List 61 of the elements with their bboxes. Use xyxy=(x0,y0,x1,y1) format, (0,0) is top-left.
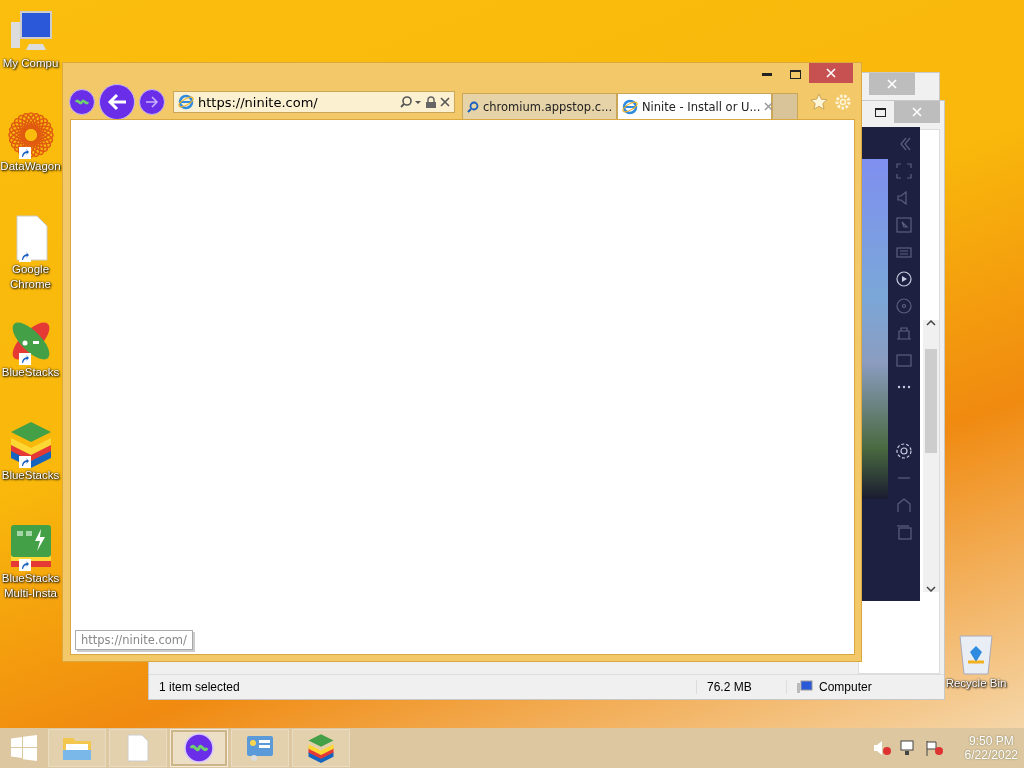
desktop-icon-label[interactable]: BlueStacks Multi-Insta xyxy=(0,571,61,601)
browser-tab[interactable]: Ninite - Install or U... xyxy=(617,93,772,119)
sun-icon xyxy=(6,111,55,159)
maximize-icon xyxy=(874,107,886,117)
close-icon xyxy=(887,79,897,89)
back-button[interactable] xyxy=(99,84,135,120)
scrollbar[interactable] xyxy=(923,320,939,592)
close-icon xyxy=(440,97,450,107)
browser-logo-icon xyxy=(622,98,638,115)
desktop-icon-label[interactable]: Recycle Bin xyxy=(945,676,1007,691)
close-icon xyxy=(826,68,836,78)
recent-apps-icon[interactable] xyxy=(895,523,913,541)
left-arrow-icon xyxy=(107,93,127,111)
search-icon[interactable] xyxy=(400,96,422,108)
forward-button[interactable] xyxy=(139,89,165,115)
search-icon xyxy=(467,100,479,113)
muted-speaker-icon[interactable] xyxy=(872,740,891,756)
new-tab-button[interactable] xyxy=(772,93,798,119)
recycle-bin-icon xyxy=(956,632,996,676)
link-url-tooltip: https://ninite.com/ xyxy=(75,630,193,650)
desktop-icon-label[interactable]: BlueStacks xyxy=(0,365,61,380)
home-button[interactable] xyxy=(69,89,95,115)
home-icon[interactable] xyxy=(895,496,913,514)
minimize-icon xyxy=(762,72,772,76)
layered-stack-icon xyxy=(306,733,336,763)
desktop-icon-label[interactable]: BlueStacks xyxy=(0,468,61,483)
close-icon xyxy=(764,102,774,111)
windows-logo-icon xyxy=(11,735,37,761)
control-panel-icon xyxy=(245,734,275,762)
taskbar-app-button[interactable] xyxy=(231,729,289,767)
selection-status: 1 item selected xyxy=(159,680,240,694)
url-input[interactable]: https://ninite.com/ xyxy=(198,94,396,110)
close-icon xyxy=(912,107,922,117)
scroll-up-icon xyxy=(926,320,936,326)
desktop-icon-label[interactable]: DataWagon xyxy=(0,159,61,174)
taskbar-app-button[interactable] xyxy=(292,729,350,767)
clock[interactable]: 9:50 PM 6/22/2022 xyxy=(964,734,1018,762)
location-status: Computer xyxy=(819,680,872,694)
browser-tab[interactable]: chromium.appstop.c... xyxy=(462,93,617,119)
globe-icon xyxy=(184,733,214,763)
size-status: 76.2 MB xyxy=(707,680,752,694)
desktop-icon-label[interactable]: Google Chrome xyxy=(0,262,61,292)
blank-file-icon xyxy=(127,734,149,762)
desktop-icon-label[interactable]: My Compu xyxy=(0,56,61,71)
settings-icon[interactable] xyxy=(895,442,913,460)
star-icon[interactable] xyxy=(810,93,828,111)
computer-monitor-icon xyxy=(797,680,813,694)
browser-logo-icon xyxy=(178,94,194,110)
play-circle-icon[interactable] xyxy=(895,270,913,288)
fullscreen-icon[interactable] xyxy=(895,162,913,180)
right-arrow-icon xyxy=(145,96,159,108)
lock-icon xyxy=(426,96,436,108)
maximize-icon xyxy=(789,69,801,79)
cursor-icon[interactable] xyxy=(895,216,913,234)
network-icon[interactable] xyxy=(898,740,917,756)
taskbar-app-button[interactable] xyxy=(170,729,228,767)
close-button[interactable] xyxy=(869,73,915,95)
target-icon[interactable] xyxy=(895,297,913,315)
flag-icon[interactable] xyxy=(924,740,943,756)
scroll-down-icon xyxy=(926,586,936,592)
address-bar[interactable]: https://ninite.com/ xyxy=(173,91,455,113)
